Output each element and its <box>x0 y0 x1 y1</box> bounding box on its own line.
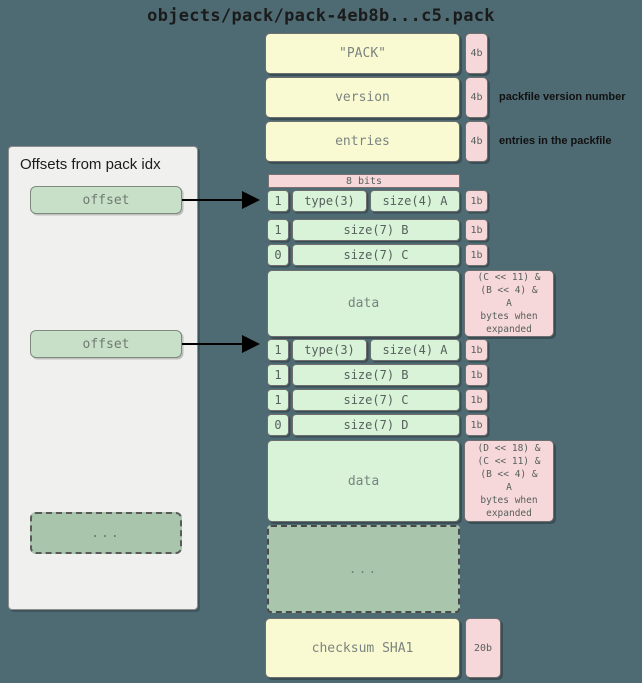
offsets-panel-title: Offsets from pack idx <box>20 156 161 173</box>
checksum-block: checksum SHA1 <box>265 618 460 678</box>
entries-block: entries <box>265 121 460 162</box>
entry-row-size: size(4) A <box>370 339 460 361</box>
entry-row-flag: 0 <box>267 414 289 436</box>
entry-row-size: size(4) A <box>370 190 460 212</box>
entry-row-flag: 1 <box>267 364 289 386</box>
pack-ellipsis-block: ... <box>267 525 460 613</box>
entry-row-flag: 1 <box>267 389 289 411</box>
pack-signature-block: "PACK" <box>265 33 460 74</box>
entry-row-flag: 0 <box>267 244 289 266</box>
entry-data-block: data <box>267 270 460 337</box>
checksum-size-tag: 20b <box>465 618 501 678</box>
entry-row-flag: 1 <box>267 339 289 361</box>
version-note: packfile version number <box>499 91 626 103</box>
page-title: objects/pack/pack-4eb8b...c5.pack <box>147 6 495 26</box>
bits-ruler-label: 8 bits <box>268 174 460 188</box>
entry-data-block: data <box>267 440 460 522</box>
version-size-tag: 4b <box>465 77 488 118</box>
entry-row-size-tag: 1b <box>465 190 488 212</box>
entries-size-tag: 4b <box>465 121 488 162</box>
offset-box[interactable]: offset <box>30 330 182 358</box>
entry-row-flag: 1 <box>267 219 289 241</box>
entry-row-size-tag: 1b <box>465 389 488 411</box>
entry-row-size-tag: 1b <box>465 219 488 241</box>
entry-row-size-tag: 1b <box>465 339 488 361</box>
entry-row-size: size(7) D <box>292 414 460 436</box>
entry-row-size-tag: 1b <box>465 244 488 266</box>
entry-row-size: size(7) C <box>292 389 460 411</box>
entry-row-type: type(3) <box>292 190 367 212</box>
entry-row-type: type(3) <box>292 339 367 361</box>
entry-row-size: size(7) B <box>292 219 460 241</box>
offsets-ellipsis-block: ... <box>30 512 182 554</box>
version-block: version <box>265 77 460 118</box>
entry-row-flag: 1 <box>267 190 289 212</box>
entry-expanded-size-note: (C << 11) & (B << 4) & A bytes when expa… <box>464 270 554 337</box>
entry-expanded-size-note: (D << 18) & (C << 11) & (B << 4) & A byt… <box>464 440 554 522</box>
entry-row-size-tag: 1b <box>465 364 488 386</box>
entries-note: entries in the packfile <box>499 135 612 147</box>
entry-row-size: size(7) C <box>292 244 460 266</box>
entry-row-size-tag: 1b <box>465 414 488 436</box>
offset-box[interactable]: offset <box>30 186 182 214</box>
entry-row-size: size(7) B <box>292 364 460 386</box>
pack-signature-size-tag: 4b <box>465 33 488 74</box>
